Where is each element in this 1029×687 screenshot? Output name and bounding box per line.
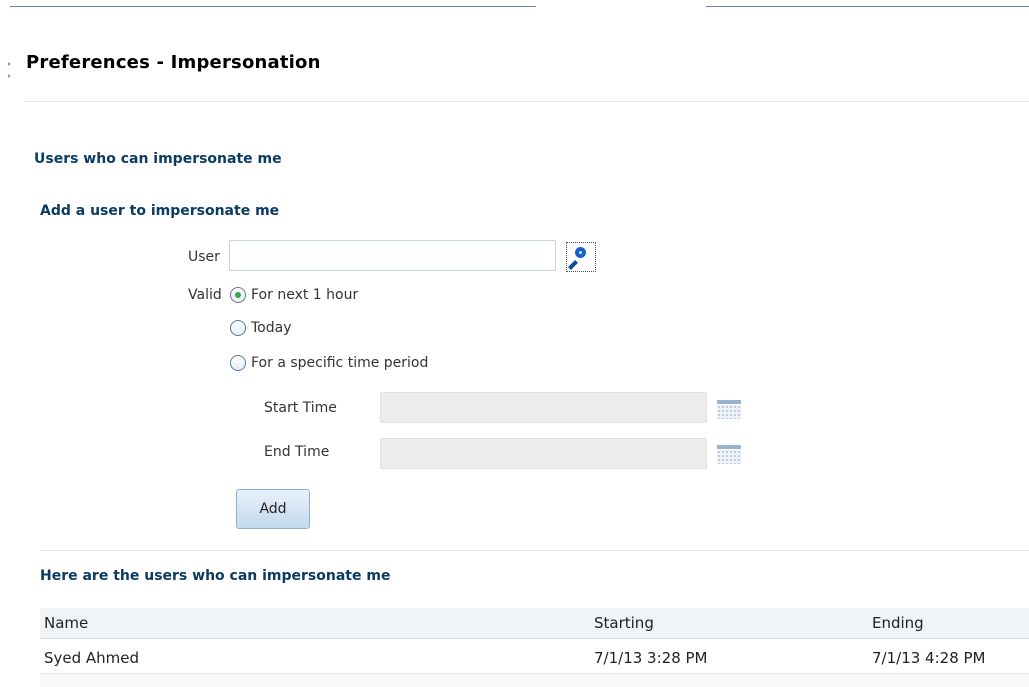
column-header-name[interactable]: Name	[44, 614, 88, 632]
users-table-heading: Here are the users who can impersonate m…	[40, 568, 391, 584]
start-calendar-icon[interactable]	[715, 398, 741, 420]
top-divider-left	[10, 6, 536, 7]
user-input[interactable]	[229, 240, 556, 271]
valid-label: Valid	[188, 287, 222, 303]
radio-today-label: Today	[251, 320, 292, 336]
table-footer	[40, 674, 1029, 687]
radio-specific-period[interactable]: For a specific time period	[230, 355, 428, 371]
row-name: Syed Ahmed	[44, 649, 140, 667]
end-time-label: End Time	[264, 444, 330, 460]
radio-next-hour[interactable]: For next 1 hour	[230, 287, 358, 303]
table-header: Name Starting Ending	[40, 608, 1029, 639]
row-starting: 7/1/13 3:28 PM	[594, 649, 708, 667]
radio-next-hour-label: For next 1 hour	[251, 287, 359, 303]
add-user-heading: Add a user to impersonate me	[40, 203, 280, 219]
collapse-arrow-icon[interactable]	[8, 62, 11, 66]
top-divider-right	[706, 6, 1029, 7]
column-header-ending[interactable]: Ending	[872, 614, 924, 632]
title-divider	[24, 101, 1029, 102]
radio-unselected-icon[interactable]	[230, 320, 246, 336]
column-header-starting[interactable]: Starting	[594, 614, 654, 632]
expand-arrow-icon[interactable]	[8, 74, 11, 78]
row-ending: 7/1/13 4:28 PM	[872, 649, 986, 667]
page-title: Preferences - Impersonation	[26, 52, 321, 73]
radio-selected-icon[interactable]	[230, 287, 246, 303]
section-heading: Users who can impersonate me	[34, 151, 282, 167]
start-time-input[interactable]	[380, 392, 707, 423]
radio-specific-period-label: For a specific time period	[251, 355, 429, 371]
user-label: User	[188, 249, 220, 265]
end-time-input[interactable]	[380, 438, 707, 469]
add-button[interactable]: Add	[236, 489, 310, 529]
user-search-button[interactable]	[566, 242, 596, 272]
table-row[interactable]: Syed Ahmed 7/1/13 3:28 PM 7/1/13 4:28 PM	[40, 643, 1029, 674]
radio-today[interactable]: Today	[230, 320, 292, 336]
radio-unselected-icon[interactable]	[230, 355, 246, 371]
form-divider	[40, 550, 1029, 551]
end-calendar-icon[interactable]	[715, 443, 741, 465]
magnifier-icon	[575, 247, 586, 258]
start-time-label: Start Time	[264, 400, 337, 416]
